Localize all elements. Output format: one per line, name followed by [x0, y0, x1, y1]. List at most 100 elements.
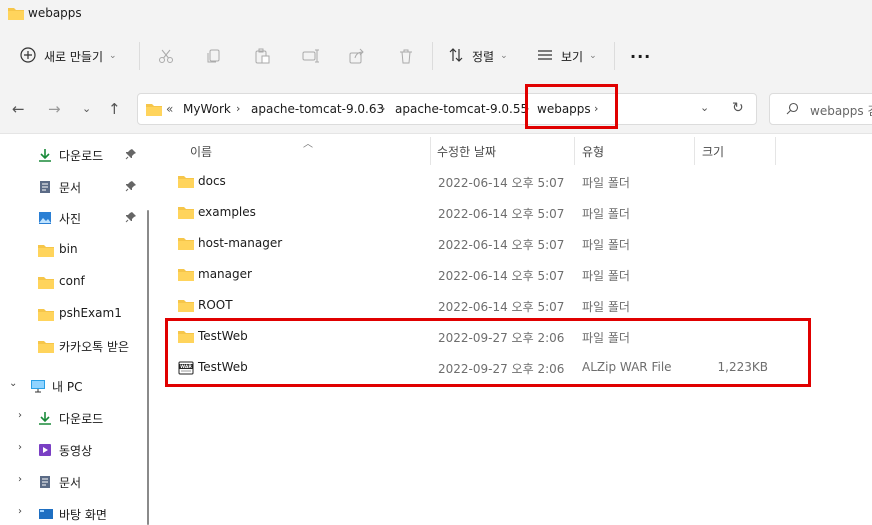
list-item[interactable]: manager 2022-06-14 오후 5:07 파일 폴더: [160, 259, 800, 290]
sidebar-item-label: 내 PC: [52, 380, 83, 394]
file-date: 2022-06-14 오후 5:07: [438, 238, 565, 252]
file-date: 2022-06-14 오후 5:07: [438, 207, 565, 221]
chevron-right-icon[interactable]: ›: [18, 506, 22, 517]
chevron-right-icon[interactable]: ›: [18, 410, 22, 421]
file-type: 파일 폴더: [582, 300, 630, 314]
search-box[interactable]: webapps 검: [769, 93, 872, 125]
file-type: 파일 폴더: [582, 176, 630, 190]
list-item[interactable]: examples 2022-06-14 오후 5:07 파일 폴더: [160, 197, 800, 228]
breadcrumb-separator-icon[interactable]: ›: [525, 102, 529, 115]
breadcrumb-item[interactable]: apache-tomcat-9.0.55: [395, 102, 528, 116]
column-header-date[interactable]: 수정한 날짜: [437, 143, 496, 160]
list-item[interactable]: ROOT 2022-06-14 오후 5:07 파일 폴더: [160, 290, 800, 321]
file-type: 파일 폴더: [582, 331, 630, 345]
plus-icon: [20, 46, 36, 66]
share-icon[interactable]: [349, 42, 365, 70]
sort-button[interactable]: 정렬 ⌄: [448, 42, 508, 70]
sidebar-item-conf[interactable]: conf: [0, 268, 146, 296]
window-title: webapps: [28, 6, 82, 20]
breadcrumb-separator-icon[interactable]: ›: [236, 102, 240, 115]
file-date: 2022-09-27 오후 2:06: [438, 362, 565, 376]
navigation-pane: 다운로드 문서 사진 bin conf pshExam1 카카오톡 받은 ⌄ 내…: [0, 135, 150, 525]
war-archive-icon: WAR: [178, 360, 194, 379]
cut-icon[interactable]: [158, 42, 174, 70]
column-header-type[interactable]: 유형: [582, 143, 604, 160]
more-options-button[interactable]: ···: [630, 42, 651, 70]
address-bar[interactable]: « MyWork › apache-tomcat-9.0.63 › apache…: [137, 93, 757, 125]
sort-ascending-icon: ︿: [303, 139, 313, 150]
sidebar-item-this-pc[interactable]: ⌄ 내 PC: [0, 372, 146, 400]
list-item[interactable]: host-manager 2022-06-14 오후 5:07 파일 폴더: [160, 228, 800, 259]
sidebar-item-pshexam1[interactable]: pshExam1: [0, 300, 146, 328]
sidebar-item-downloads[interactable]: 다운로드: [0, 141, 146, 169]
file-list: ︿ 이름 수정한 날짜 유형 크기 docs 2022-06-14 오후 5:0…: [160, 135, 872, 525]
breadcrumb-overflow[interactable]: «: [166, 102, 173, 116]
sidebar-item-videos[interactable]: › 동영상: [0, 436, 146, 464]
pin-icon[interactable]: [125, 148, 137, 163]
document-icon: [38, 180, 52, 197]
command-bar: 새로 만들기 ⌄ 정렬 ⌄ 보기 ⌄ ···: [0, 28, 872, 84]
toolbar-divider: [432, 42, 433, 70]
pictures-icon: [38, 211, 52, 228]
refresh-icon[interactable]: ↻: [732, 100, 744, 116]
sidebar-scrollbar[interactable]: [147, 210, 149, 525]
view-button[interactable]: 보기 ⌄: [537, 42, 597, 70]
sidebar-item-pc-documents[interactable]: › 문서: [0, 468, 146, 496]
pin-icon[interactable]: [125, 211, 137, 226]
sidebar-item-desktop[interactable]: › 바탕 화면: [0, 500, 146, 525]
chevron-right-icon[interactable]: ›: [18, 474, 22, 485]
forward-arrow-icon[interactable]: →: [48, 100, 61, 118]
sidebar-item-bin[interactable]: bin: [0, 236, 146, 264]
breadcrumb-separator-icon[interactable]: ›: [381, 102, 385, 115]
folder-icon: [178, 267, 194, 284]
sidebar-item-label: 동영상: [59, 444, 93, 458]
list-item[interactable]: docs 2022-06-14 오후 5:07 파일 폴더: [160, 166, 800, 197]
sidebar-item-documents[interactable]: 문서: [0, 173, 146, 201]
new-button[interactable]: 새로 만들기 ⌄: [20, 42, 117, 70]
video-icon: [38, 443, 52, 460]
chevron-right-icon[interactable]: ›: [18, 442, 22, 453]
search-placeholder: webapps 검: [810, 104, 872, 118]
sidebar-item-label: 다운로드: [59, 412, 104, 426]
breadcrumb-separator-icon[interactable]: ›: [594, 102, 598, 115]
back-arrow-icon[interactable]: ←: [12, 100, 25, 118]
recent-locations-chevron-icon[interactable]: ⌄: [82, 102, 91, 115]
list-item[interactable]: TestWeb 2022-09-27 오후 2:06 파일 폴더: [160, 321, 800, 352]
sort-button-label: 정렬: [472, 49, 495, 64]
file-name: ROOT: [198, 298, 233, 312]
file-type: 파일 폴더: [582, 238, 630, 252]
pin-icon[interactable]: [125, 180, 137, 195]
column-divider[interactable]: [775, 137, 776, 165]
sidebar-item-kakaotalk[interactable]: 카카오톡 받은: [0, 332, 146, 360]
breadcrumb-item[interactable]: MyWork: [183, 102, 231, 116]
sidebar-item-pc-downloads[interactable]: › 다운로드: [0, 404, 146, 432]
file-date: 2022-06-14 오후 5:07: [438, 300, 565, 314]
copy-icon[interactable]: [206, 42, 222, 70]
sidebar-item-pictures[interactable]: 사진: [0, 204, 146, 232]
column-divider[interactable]: [430, 137, 431, 165]
column-header-name[interactable]: 이름: [190, 143, 212, 160]
sidebar-item-label: 문서: [59, 476, 82, 490]
paste-icon[interactable]: [254, 42, 270, 70]
chevron-down-icon[interactable]: ⌄: [9, 378, 17, 389]
sort-icon: [448, 47, 464, 66]
sidebar-item-label: conf: [59, 274, 85, 288]
file-name: host-manager: [198, 236, 283, 250]
breadcrumb-current[interactable]: webapps: [537, 102, 591, 116]
chevron-down-icon: ⌄: [109, 51, 117, 61]
column-divider[interactable]: [574, 137, 575, 165]
list-item[interactable]: WAR TestWeb 2022-09-27 오후 2:06 ALZip WAR…: [160, 352, 800, 383]
file-explorer-window: webapps 새로 만들기 ⌄ 정렬 ⌄ 보기 ⌄ ··· ← → ⌄ ↑ «…: [0, 0, 872, 525]
breadcrumb-item[interactable]: apache-tomcat-9.0.63: [251, 102, 384, 116]
desktop-icon: [38, 507, 54, 524]
column-divider[interactable]: [694, 137, 695, 165]
download-icon: [38, 148, 52, 165]
delete-icon[interactable]: [398, 42, 414, 70]
sidebar-item-label: 다운로드: [59, 149, 104, 163]
address-history-chevron-icon[interactable]: ⌄: [700, 101, 709, 114]
folder-icon: [178, 174, 194, 191]
column-header-size[interactable]: 크기: [702, 143, 724, 160]
document-icon: [38, 475, 52, 492]
rename-icon[interactable]: [302, 42, 320, 70]
up-arrow-icon[interactable]: ↑: [108, 100, 121, 118]
